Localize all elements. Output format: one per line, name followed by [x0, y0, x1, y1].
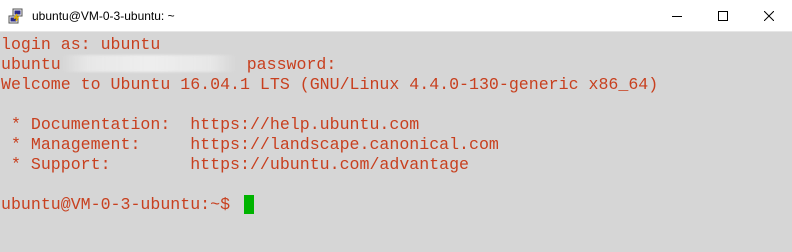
close-button[interactable] — [746, 0, 792, 32]
minimize-button[interactable] — [654, 0, 700, 32]
redacted-host — [60, 55, 237, 72]
terminal-line-documentation: * Documentation: https://help.ubuntu.com — [1, 115, 420, 134]
window-controls — [654, 0, 792, 32]
password-prompt-prefix: ubuntu — [1, 55, 61, 74]
maximize-icon — [718, 11, 728, 21]
terminal-line-prompt: ubuntu@VM-0-3-ubuntu:~$ — [0, 195, 792, 215]
window-title: ubuntu@VM-0-3-ubuntu: ~ — [32, 8, 175, 23]
terminal-line-password: ubuntu password: — [0, 55, 792, 75]
close-icon — [764, 11, 774, 21]
shell-prompt: ubuntu@VM-0-3-ubuntu:~$ — [1, 195, 240, 214]
terminal-line-welcome: Welcome to Ubuntu 16.04.1 LTS (GNU/Linux… — [1, 75, 659, 94]
terminal-line-login: login as: ubuntu — [1, 35, 161, 54]
title-bar[interactable]: ubuntu@VM-0-3-ubuntu: ~ — [0, 0, 792, 32]
terminal-line-management: * Management: https://landscape.canonica… — [1, 135, 499, 154]
putty-app-icon[interactable] — [8, 8, 24, 24]
terminal-line-support: * Support: https://ubuntu.com/advantage — [1, 155, 470, 174]
password-prompt-suffix: password: — [236, 55, 337, 74]
terminal-output[interactable]: login as: ubuntu ubuntu password: Welcom… — [0, 32, 792, 252]
putty-terminal-window: ubuntu@VM-0-3-ubuntu: ~ login as: ubuntu… — [0, 0, 792, 252]
minimize-icon — [672, 16, 682, 17]
terminal-cursor[interactable] — [244, 195, 254, 214]
maximize-button[interactable] — [700, 0, 746, 32]
